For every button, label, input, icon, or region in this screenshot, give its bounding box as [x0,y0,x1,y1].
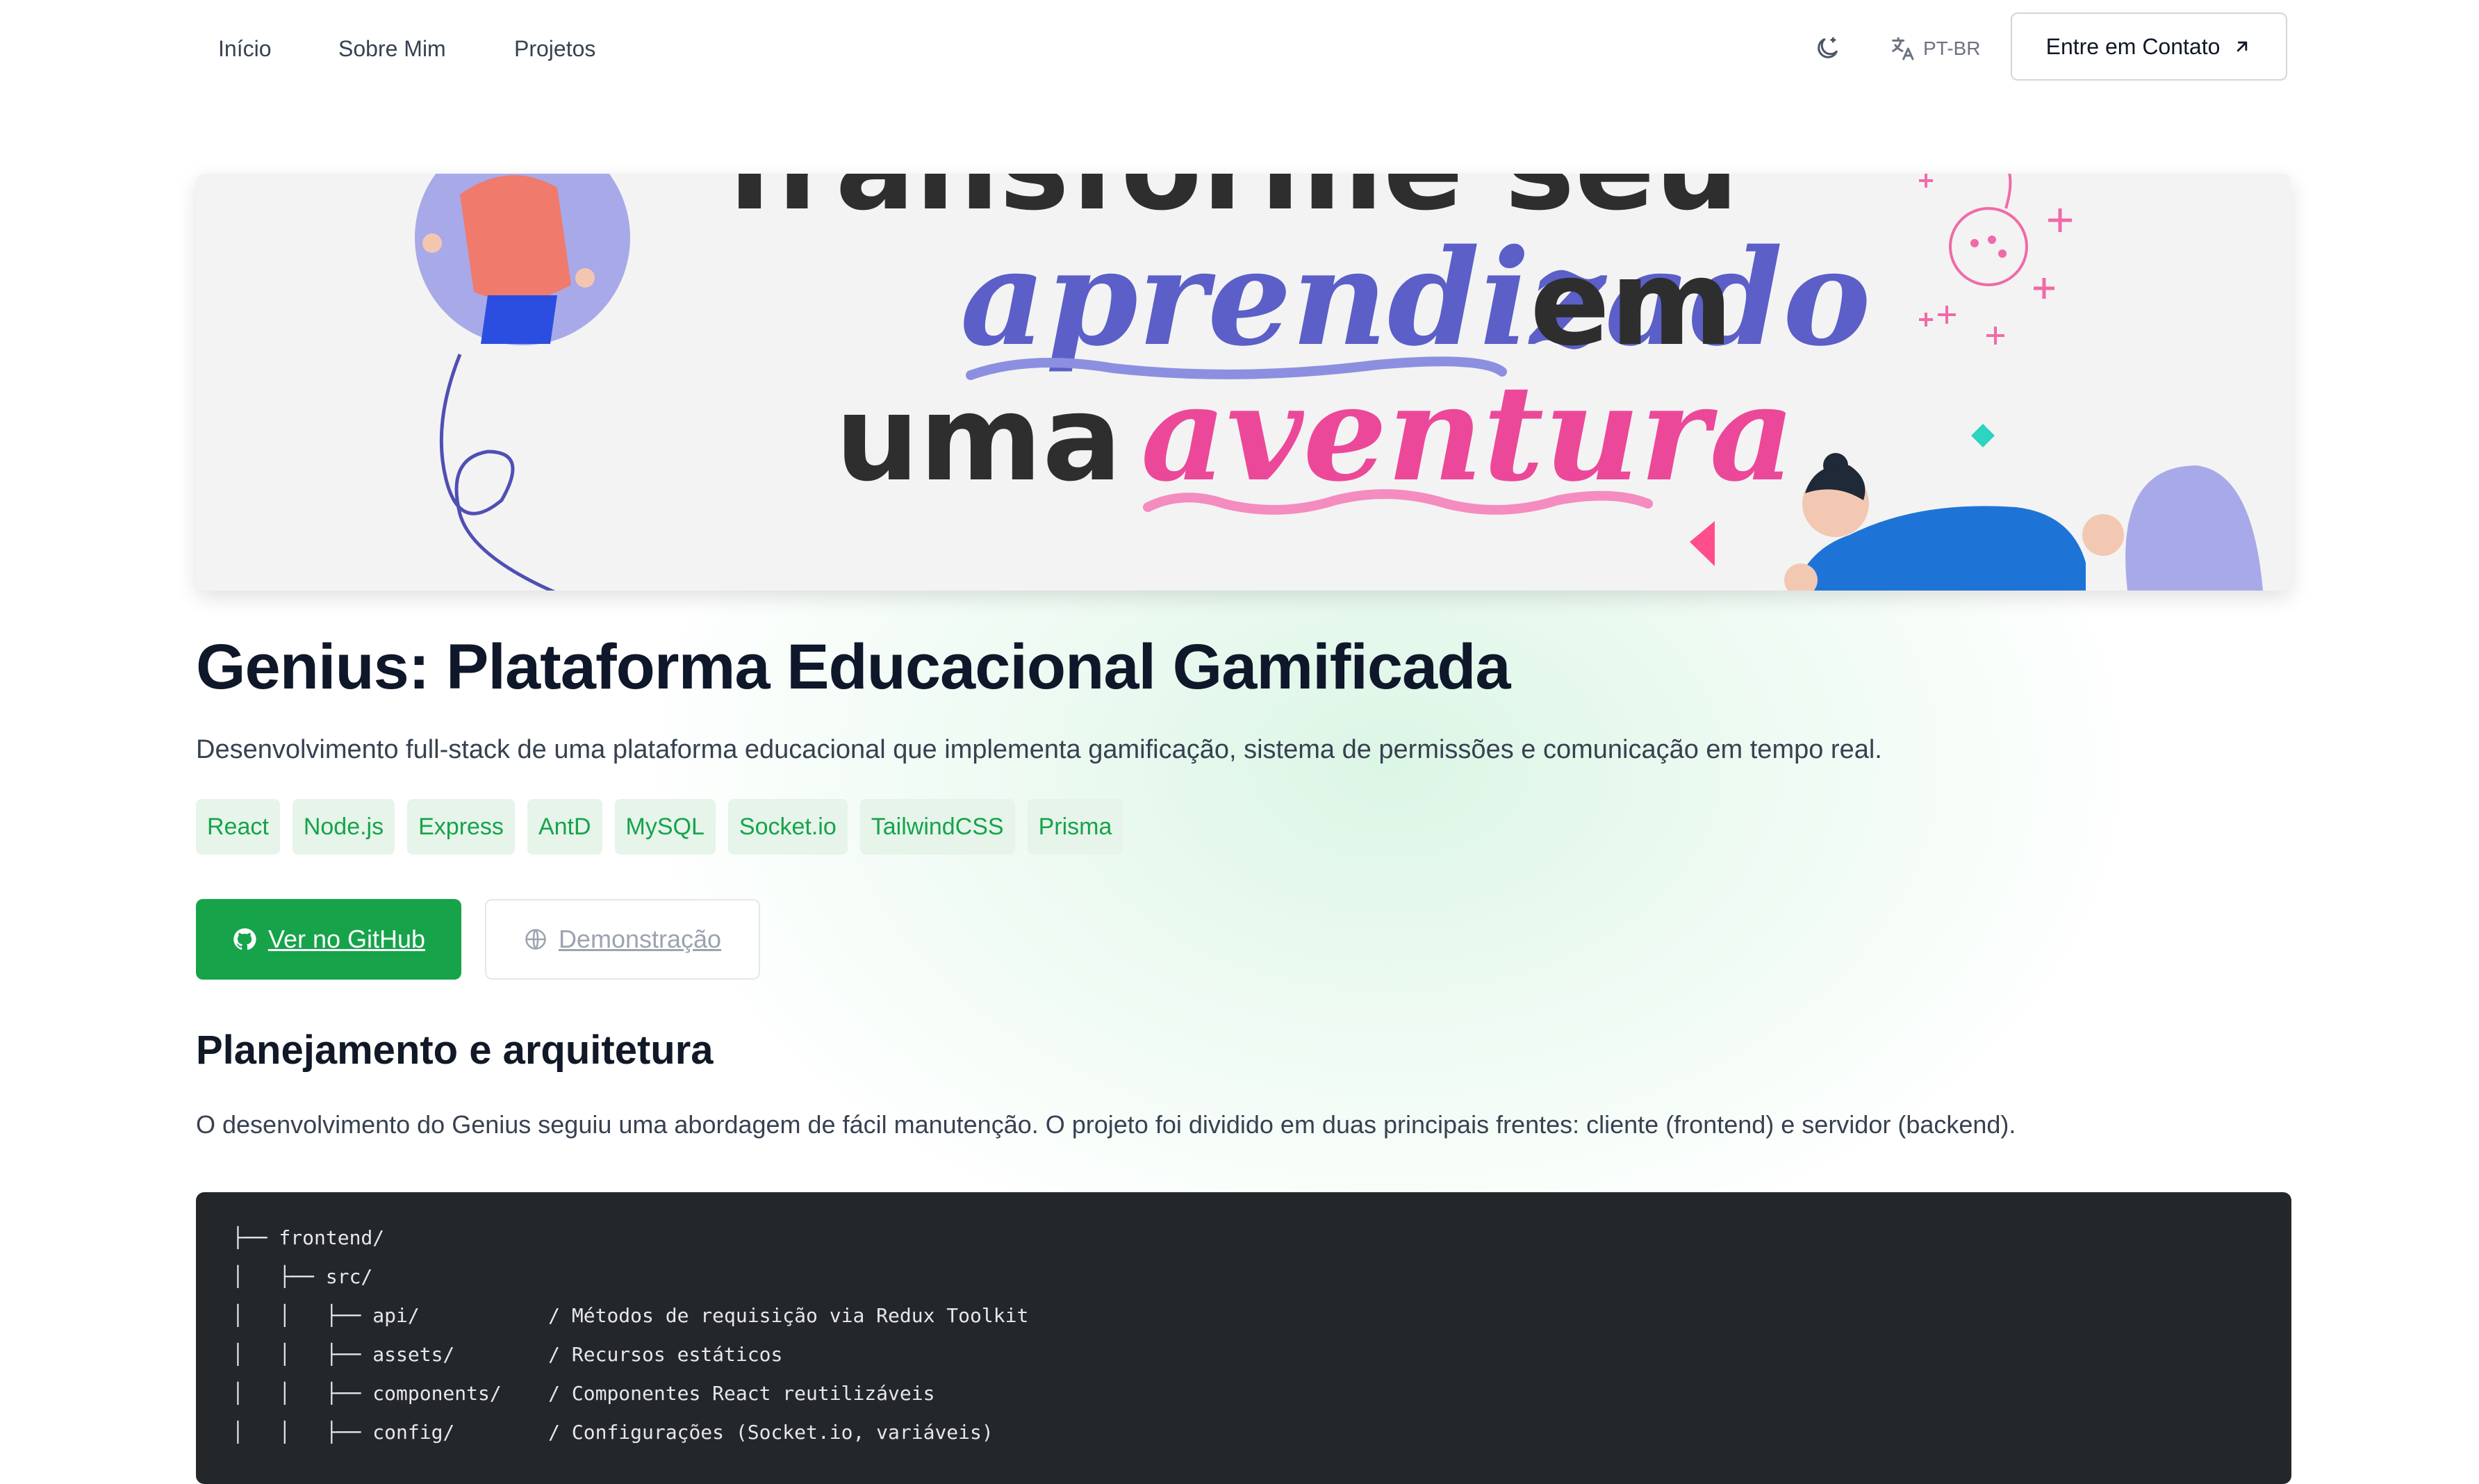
tech-tags: React Node.js Express AntD MySQL Socket.… [196,799,1123,855]
demo-label: Demonstração [558,925,722,953]
top-nav: Início Sobre Mim Projetos PT-BR Entre em… [0,0,2479,97]
tag-socketio: Socket.io [727,799,848,855]
nav-link-projetos[interactable]: Projetos [514,35,595,63]
demo-button[interactable]: Demonstração [485,899,760,980]
squiggle-decoration [439,354,556,591]
code-line: │ │ ├── api/ / Métodos de requisição via… [232,1304,1029,1327]
code-block: ├── frontend/ │ ├── src/ │ │ ├── api/ / … [196,1192,2291,1484]
banner-word-em: em [1530,235,1733,372]
code-line: │ │ ├── components/ / Componentes React … [232,1382,935,1405]
tag-antd: AntD [527,799,602,855]
triangle-decoration [1690,521,1715,566]
code-line: │ ├── src/ [232,1265,373,1288]
tag-nodejs: Node.js [292,799,395,855]
tag-react: React [196,799,280,855]
code-line: ├── frontend/ [232,1226,385,1249]
theme-toggle-button[interactable] [1813,33,1841,64]
code-line: │ │ ├── config/ / Configurações (Socket.… [232,1421,994,1444]
arrow-up-right-icon [2237,41,2248,52]
github-icon [233,928,256,950]
diamond-decoration [1971,424,1995,447]
student-illustration [1784,453,2263,591]
language-label: PT-BR [1923,38,1981,59]
project-title: Genius: Plataforma Educacional Gamificad… [196,632,1511,702]
tag-prisma: Prisma [1027,799,1123,855]
globe-icon [525,929,546,950]
contact-label: Entre em Contato [2045,33,2221,59]
avatar-illustration [415,174,630,345]
nav-link-sobre-mim[interactable]: Sobre Mim [338,35,446,63]
language-selector[interactable]: PT-BR [1888,33,1980,64]
tag-tailwindcss: TailwindCSS [859,799,1015,855]
moon-icon [1818,37,1838,58]
section-paragraph: O desenvolvimento do Genius seguiu uma a… [196,1110,2016,1139]
section-heading: Planejamento e arquitetura [196,1028,714,1073]
tag-express: Express [407,799,515,855]
project-subtitle: Desenvolvimento full-stack de uma plataf… [196,735,1882,764]
project-banner-image: Transforme seu aprendizado em uma aventu… [196,174,2291,591]
contact-button[interactable]: Entre em Contato [2011,13,2287,81]
translate-icon [1892,37,1914,60]
github-label: Ver no GitHub [267,925,426,953]
github-button[interactable]: Ver no GitHub [196,899,461,980]
code-line: │ │ ├── assets/ / Recursos estáticos [232,1343,783,1366]
nav-link-inicio[interactable]: Início [218,35,271,63]
banner-word-aprendizado: aprendizado [960,220,1871,375]
banner-word-aventura: aventura [1141,356,1795,511]
star-decoration [2048,208,2072,232]
tag-mysql: MySQL [614,799,716,855]
star-decoration [2034,278,2054,299]
doodle-decoration [1919,174,2028,345]
banner-word-uma: uma [835,370,1122,508]
